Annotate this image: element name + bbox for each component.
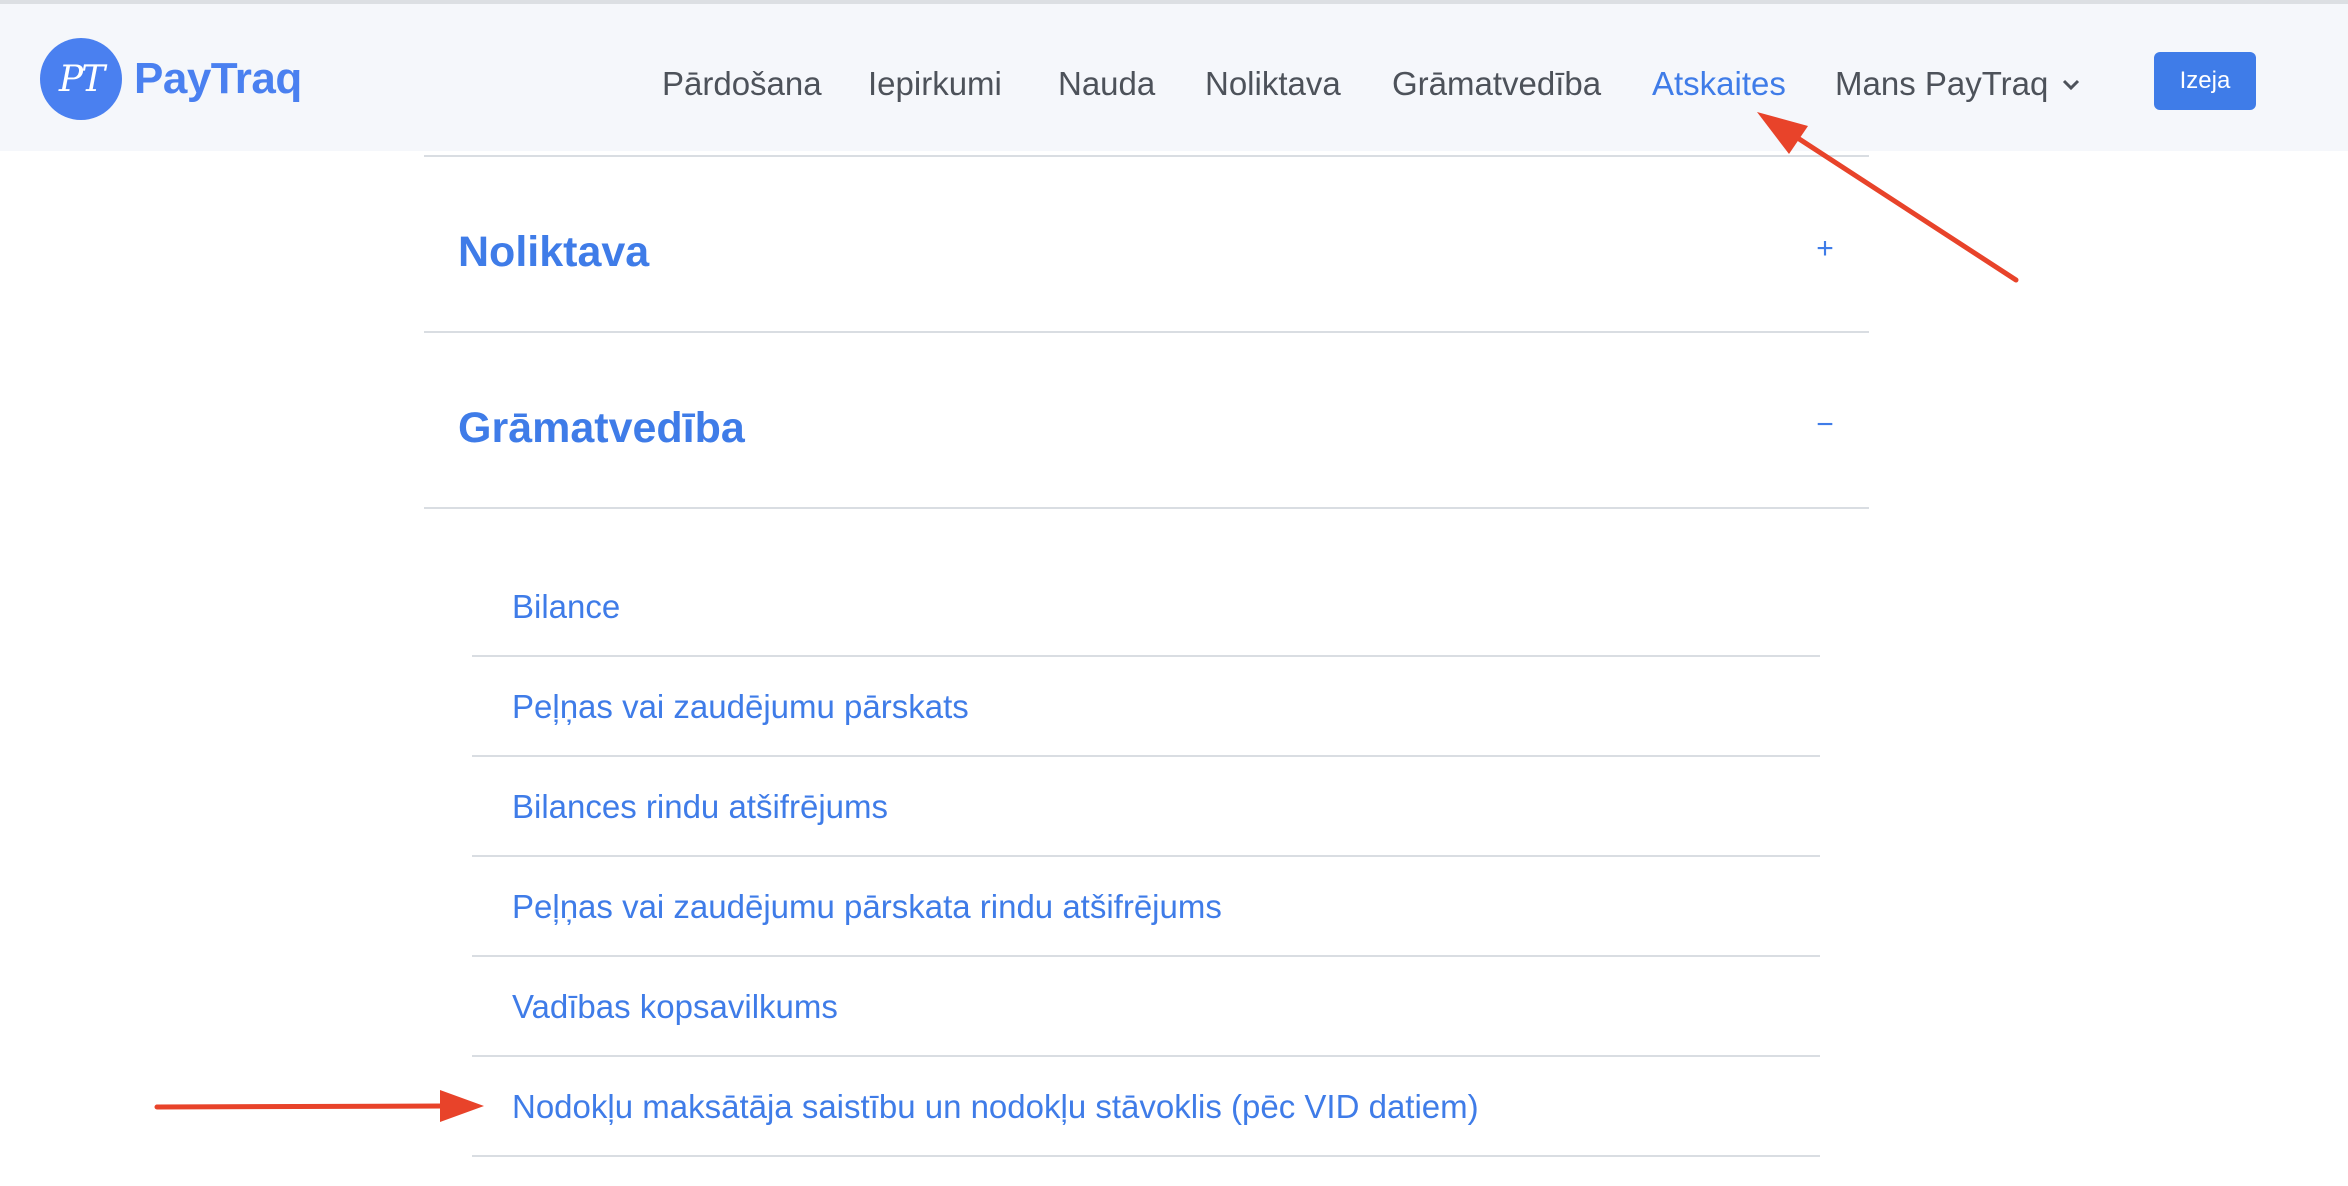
- annotation-arrows: [154, 112, 2019, 1122]
- annotation-arrow-to-report: [154, 1090, 484, 1122]
- annotation-arrow-to-atskaites: [1757, 112, 2019, 283]
